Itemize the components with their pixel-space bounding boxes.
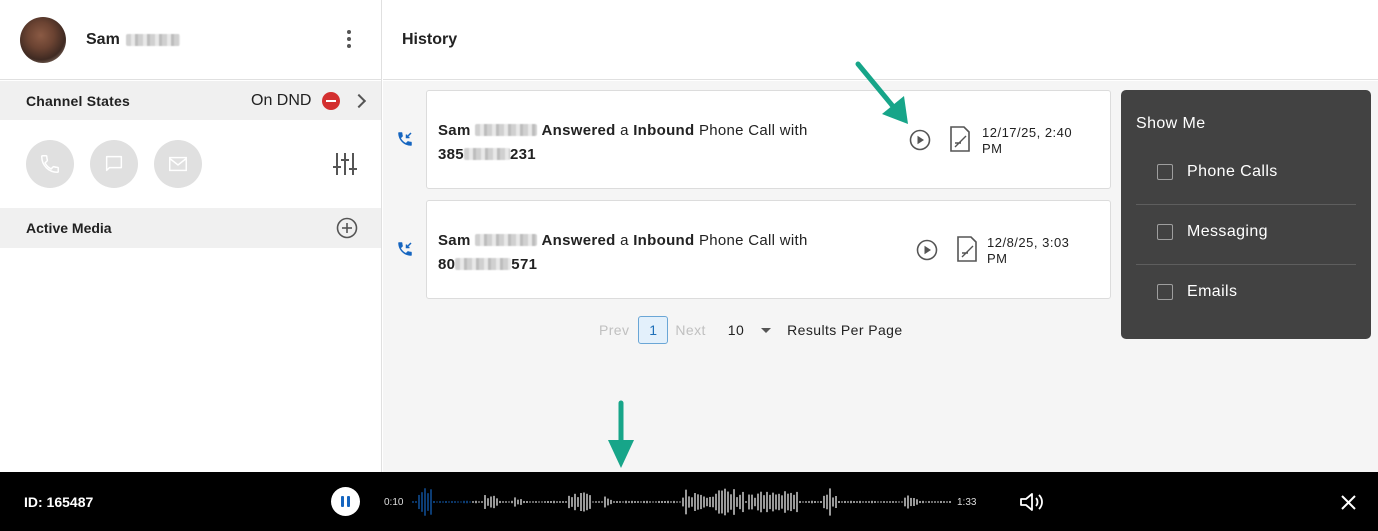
checkbox[interactable] bbox=[1157, 224, 1173, 240]
active-media-label: Active Media bbox=[26, 220, 112, 236]
entry-date: 12/8/25, 3:03 bbox=[987, 235, 1070, 250]
tune-settings-icon[interactable] bbox=[332, 152, 358, 176]
user-name: Sam bbox=[86, 31, 180, 49]
entry-date: 12/17/25, 2:40 bbox=[982, 125, 1073, 140]
message-icon bbox=[105, 155, 123, 172]
history-entry[interactable]: Sam Answered a Inbound Phone Call with 3… bbox=[426, 90, 1111, 189]
pagination: Prev 1 Next 10 Results Per Page bbox=[599, 316, 903, 344]
entry-channel: Phone Call with bbox=[698, 232, 808, 249]
redacted-number bbox=[463, 148, 510, 160]
notes-icon[interactable] bbox=[949, 126, 971, 152]
entry-agent: Sam bbox=[438, 232, 471, 249]
redacted-number bbox=[455, 258, 512, 270]
caret-down-icon[interactable] bbox=[761, 327, 772, 333]
play-recording-icon[interactable] bbox=[916, 239, 938, 261]
entry-ampm: PM bbox=[987, 251, 1008, 266]
entry-article: a bbox=[620, 232, 629, 249]
entry-timestamp: 12/8/25, 3:03 PM bbox=[987, 235, 1097, 267]
more-options-icon[interactable] bbox=[338, 28, 360, 50]
volume-icon[interactable] bbox=[1019, 492, 1045, 512]
entry-description: Sam Answered a Inbound Phone Call with 8… bbox=[438, 229, 858, 277]
entry-direction: Inbound bbox=[633, 122, 695, 139]
inbound-call-icon bbox=[398, 242, 412, 256]
entry-direction: Inbound bbox=[633, 232, 695, 249]
phone-icon bbox=[41, 155, 59, 173]
next-page-button[interactable]: Next bbox=[675, 322, 705, 338]
filter-messaging[interactable]: Messaging bbox=[1136, 202, 1356, 262]
history-entry[interactable]: Sam Answered a Inbound Phone Call with 8… bbox=[426, 200, 1111, 299]
waveform-scrubber[interactable] bbox=[412, 480, 952, 524]
entry-timestamp: 12/17/25, 2:40 PM bbox=[982, 125, 1092, 157]
user-first-name: Sam bbox=[86, 30, 120, 48]
redacted-last-name bbox=[125, 33, 180, 46]
entry-number-prefix: 385 bbox=[438, 146, 464, 163]
dnd-status-label: On DND bbox=[251, 91, 312, 109]
entry-channel: Phone Call with bbox=[698, 122, 808, 139]
show-me-panel: Show Me Phone Calls Messaging Emails bbox=[1121, 90, 1371, 339]
left-panel: Sam Channel States On DND Active Media bbox=[0, 0, 382, 472]
current-time: 0:10 bbox=[384, 497, 404, 508]
entry-number-prefix: 80 bbox=[438, 256, 456, 273]
entry-number-suffix: 571 bbox=[511, 256, 538, 273]
avatar[interactable] bbox=[20, 16, 66, 63]
redacted-last-name bbox=[475, 124, 538, 136]
app-root: Sam Channel States On DND Active Media H… bbox=[0, 0, 1378, 531]
play-recording-icon[interactable] bbox=[909, 129, 931, 151]
phone-channel-button[interactable] bbox=[26, 140, 74, 188]
recording-id: ID: 165487 bbox=[24, 494, 94, 510]
message-channel-button[interactable] bbox=[90, 140, 138, 188]
page-size-select[interactable]: 10 bbox=[728, 322, 744, 338]
annotation-arrow-icon bbox=[855, 61, 908, 124]
email-channel-button[interactable] bbox=[154, 140, 202, 188]
email-icon bbox=[169, 156, 187, 172]
redacted-last-name bbox=[475, 234, 538, 246]
filter-label: Emails bbox=[1187, 283, 1238, 300]
filter-label: Phone Calls bbox=[1187, 163, 1278, 180]
checkbox[interactable] bbox=[1157, 284, 1173, 300]
active-media-row: Active Media bbox=[0, 208, 381, 248]
add-circle-icon[interactable] bbox=[336, 217, 358, 239]
user-header: Sam bbox=[0, 0, 381, 80]
entry-ampm: PM bbox=[982, 141, 1003, 156]
results-per-page-label: Results Per Page bbox=[787, 322, 903, 338]
dnd-icon bbox=[322, 91, 340, 110]
filter-emails[interactable]: Emails bbox=[1136, 262, 1356, 322]
entry-agent: Sam bbox=[438, 122, 471, 139]
chevron-right-icon[interactable] bbox=[351, 93, 367, 108]
checkbox[interactable] bbox=[1157, 164, 1173, 180]
entry-article: a bbox=[620, 122, 629, 139]
annotation-arrow-icon bbox=[608, 400, 634, 468]
page-title: History bbox=[402, 30, 458, 48]
notes-icon[interactable] bbox=[956, 236, 978, 262]
total-time: 1:33 bbox=[957, 497, 977, 508]
entry-description: Sam Answered a Inbound Phone Call with 3… bbox=[438, 119, 858, 167]
page-number-button[interactable]: 1 bbox=[638, 316, 669, 344]
show-me-title: Show Me bbox=[1136, 115, 1206, 132]
prev-page-button[interactable]: Prev bbox=[599, 322, 629, 338]
entry-action: Answered bbox=[541, 122, 616, 139]
inbound-call-icon bbox=[398, 132, 412, 146]
pause-button[interactable] bbox=[331, 487, 360, 516]
channel-states-label: Channel States bbox=[26, 92, 130, 109]
filter-label: Messaging bbox=[1187, 223, 1268, 240]
entry-action: Answered bbox=[541, 232, 616, 249]
entry-number-suffix: 231 bbox=[509, 146, 536, 163]
channel-states-row[interactable]: Channel States On DND bbox=[0, 81, 381, 120]
audio-player: ID: 165487 0:10 1:33 bbox=[0, 472, 1378, 531]
filter-phone-calls[interactable]: Phone Calls bbox=[1136, 142, 1356, 202]
close-icon[interactable] bbox=[1341, 495, 1356, 510]
